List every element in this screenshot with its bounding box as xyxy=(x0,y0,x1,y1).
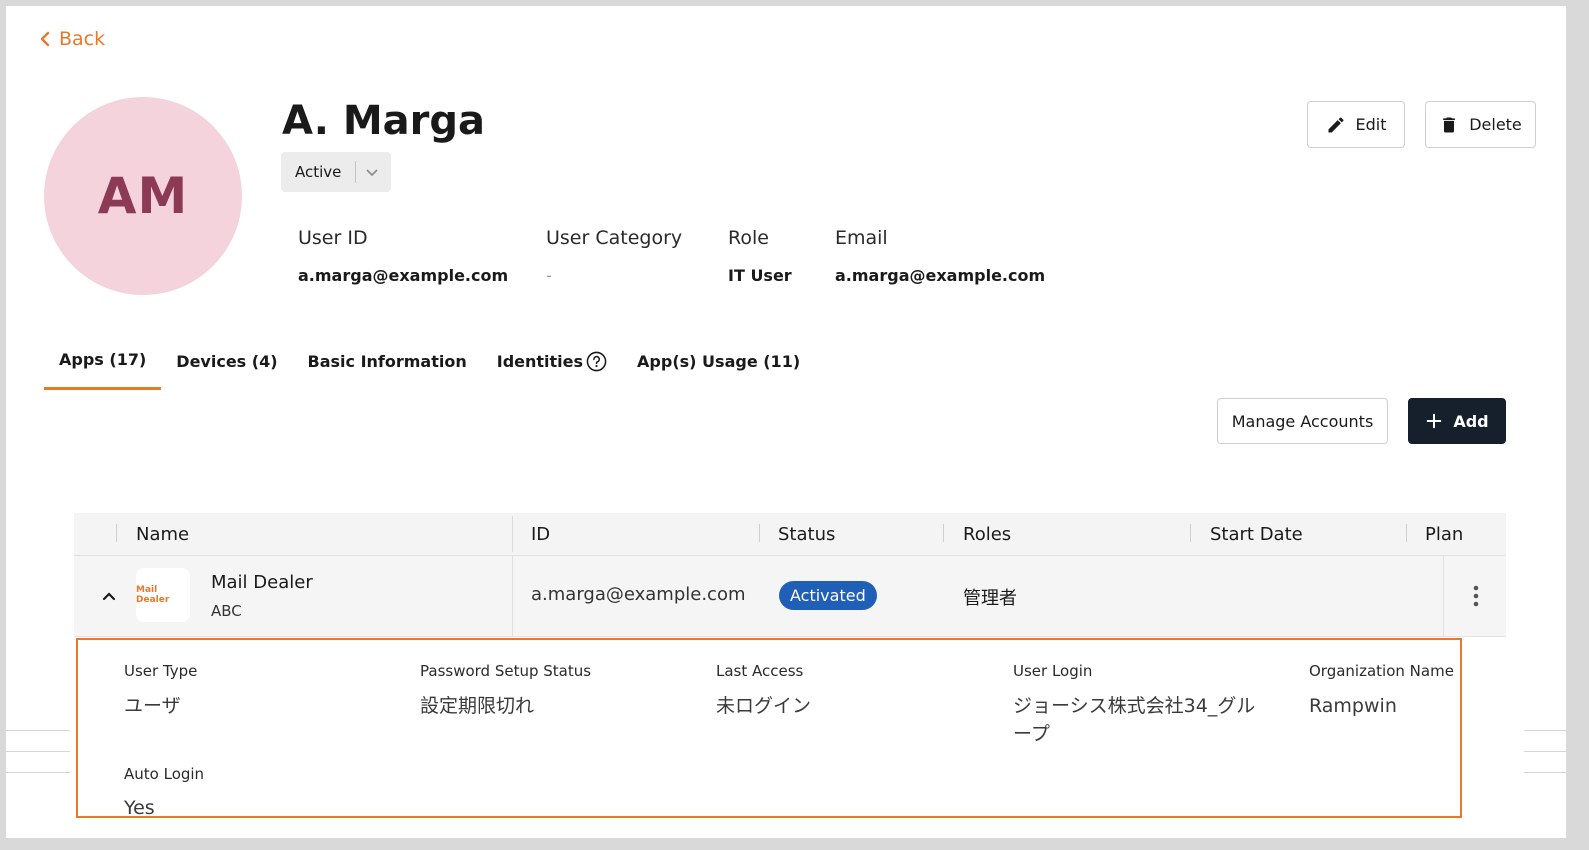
pencil-icon xyxy=(1328,116,1344,132)
detail-value-last-access: 未ログイン xyxy=(716,695,812,717)
trash-icon xyxy=(1443,117,1456,132)
tab-devices-label: Devices (4) xyxy=(176,351,278,371)
manage-accounts-label: Manage Accounts xyxy=(1231,411,1374,431)
help-icon[interactable] xyxy=(586,351,607,372)
back-label: Back xyxy=(59,28,106,50)
row-actions-button[interactable] xyxy=(1443,556,1507,636)
chevron-down-icon xyxy=(366,169,378,177)
tab-bar: Apps (17) Devices (4) Basic Information … xyxy=(44,336,815,390)
column-divider xyxy=(943,524,944,542)
add-label: Add xyxy=(1453,411,1489,431)
tab-devices[interactable]: Devices (4) xyxy=(161,336,292,390)
user-category-value: - xyxy=(546,266,552,285)
row-id: a.marga@example.com xyxy=(531,584,746,605)
status-dropdown-value: Active xyxy=(295,163,342,181)
status-dropdown[interactable]: Active xyxy=(281,152,391,192)
column-divider xyxy=(1190,524,1191,542)
avatar-initials: AM xyxy=(97,167,189,225)
tab-identities-label: Identities xyxy=(496,351,584,371)
edit-button[interactable]: Edit xyxy=(1307,101,1405,148)
column-header-id[interactable]: ID xyxy=(531,513,550,555)
column-divider xyxy=(116,524,117,542)
row-details-panel: User Type ユーザ Password Setup Status 設定期限… xyxy=(76,638,1462,819)
background-line xyxy=(1524,730,1566,731)
delete-label: Delete xyxy=(1469,115,1522,134)
tab-basic-information[interactable]: Basic Information xyxy=(293,336,482,390)
tab-app-usage[interactable]: App(s) Usage (11) xyxy=(622,336,815,390)
detail-value-password-setup-status: 設定期限切れ xyxy=(420,695,535,717)
detail-label-auto-login: Auto Login xyxy=(124,765,205,783)
user-id-value: a.marga@example.com xyxy=(298,266,509,285)
column-header-name[interactable]: Name xyxy=(136,513,189,555)
chevron-up-icon[interactable] xyxy=(101,588,117,604)
edit-label: Edit xyxy=(1355,115,1387,134)
detail-label-user-type: User Type xyxy=(124,662,198,680)
tab-basic-information-label: Basic Information xyxy=(307,351,467,371)
column-header-start-date[interactable]: Start Date xyxy=(1210,513,1303,555)
column-divider xyxy=(1406,524,1407,542)
app-window: Back AM A. Marga Active Edit Delete User… xyxy=(6,6,1566,838)
column-divider[interactable] xyxy=(512,516,513,552)
detail-label-organization-name: Organization Name xyxy=(1309,662,1454,680)
table-header: Name ID Status Roles Start Date Plan xyxy=(74,513,1506,556)
column-divider xyxy=(512,556,513,636)
user-name: A. Marga xyxy=(282,98,485,144)
background-line xyxy=(6,730,70,731)
manage-accounts-button[interactable]: Manage Accounts xyxy=(1217,398,1388,444)
tab-apps-label: Apps (17) xyxy=(59,350,147,369)
column-header-roles[interactable]: Roles xyxy=(963,513,1011,555)
email-value: a.marga@example.com xyxy=(835,266,1046,285)
user-id-label: User ID xyxy=(298,227,368,249)
email-label: Email xyxy=(835,227,888,249)
delete-button[interactable]: Delete xyxy=(1425,101,1536,148)
role-value: IT User xyxy=(728,266,792,285)
tab-apps[interactable]: Apps (17) xyxy=(44,336,162,390)
background-line xyxy=(1524,772,1566,773)
tab-identities[interactable]: Identities xyxy=(482,336,622,390)
status-badge: Activated xyxy=(779,581,877,610)
column-header-plan[interactable]: Plan xyxy=(1425,513,1463,555)
avatar: AM xyxy=(44,97,242,295)
role-label: Role xyxy=(728,227,769,249)
background-line xyxy=(1524,751,1566,752)
column-header-status[interactable]: Status xyxy=(778,513,835,555)
detail-label-last-access: Last Access xyxy=(716,662,804,680)
app-logo-text: Mail Dealer xyxy=(136,585,170,605)
detail-value-organization-name: Rampwin xyxy=(1309,695,1397,717)
back-link[interactable]: Back xyxy=(39,28,105,50)
add-button[interactable]: Add xyxy=(1408,398,1506,444)
detail-value-user-login: ジョーシス株式会社34_グループ xyxy=(1013,695,1256,745)
dropdown-divider xyxy=(355,161,356,183)
row-roles: 管理者 xyxy=(963,588,1017,609)
plus-icon xyxy=(1427,413,1442,429)
detail-value-user-type: ユーザ xyxy=(124,695,181,717)
detail-label-password-setup-status: Password Setup Status xyxy=(420,662,592,680)
tab-app-usage-label: App(s) Usage (11) xyxy=(637,351,801,371)
background-line xyxy=(6,772,70,773)
column-divider xyxy=(759,524,760,542)
app-name: Mail Dealer xyxy=(211,572,313,593)
detail-value-auto-login: Yes xyxy=(124,797,155,819)
app-subtitle: ABC xyxy=(211,602,242,620)
more-vertical-icon xyxy=(1473,585,1478,607)
table-row[interactable]: Mail Dealer Mail Dealer ABC a.marga@exam… xyxy=(74,556,1506,637)
chevron-left-icon xyxy=(40,31,50,47)
detail-label-user-login: User Login xyxy=(1013,662,1093,680)
user-category-label: User Category xyxy=(546,227,683,249)
background-line xyxy=(6,751,70,752)
app-logo: Mail Dealer xyxy=(136,568,190,622)
